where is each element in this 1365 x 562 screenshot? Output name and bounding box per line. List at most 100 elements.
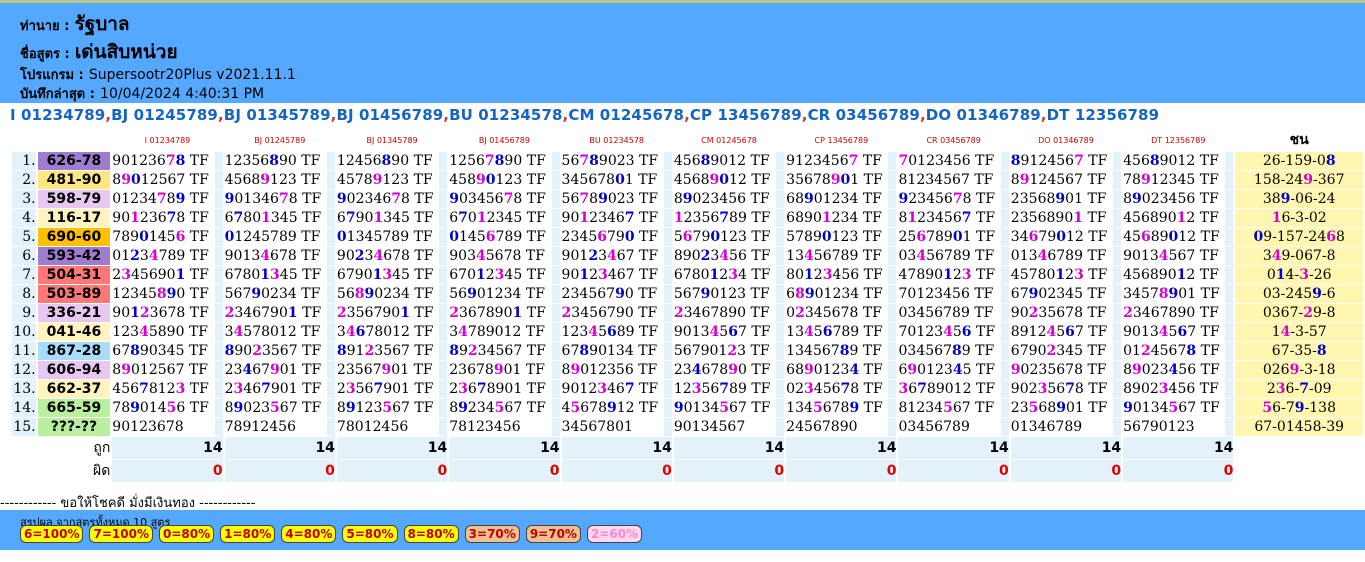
formula-cell: 89012356 TF (561, 361, 672, 379)
formula-cell: 67902345 TF (1010, 285, 1122, 303)
correct-count: 14 (1123, 437, 1234, 459)
formula-cell: 90234678 TF (336, 247, 448, 265)
formula-cell: 45689012 TF (673, 171, 785, 189)
formula-cell: 78912456 (224, 418, 335, 436)
header-panel: ท่านาย : รัฐบาล ชื่อสูตร : เด่นสิบหน่วย … (0, 3, 1365, 103)
result-key: 606-94 (37, 361, 111, 379)
correct-count: 14 (112, 437, 223, 459)
column-header: BU 01234578 (589, 135, 644, 145)
result-key: 481-90 (37, 171, 111, 189)
formula-cell: 78012456 (336, 418, 448, 436)
formula-name-label: ชื่อสูตร : (20, 47, 70, 62)
wrong-count: 0 (1010, 460, 1122, 482)
formula-code: CP 13456789 (689, 106, 802, 124)
formula-cell: 78912345 TF (1123, 171, 1234, 189)
correct-count: 14 (673, 437, 785, 459)
summary-badge: 4=80% (281, 525, 337, 543)
formula-cell: 01345789 TF (336, 228, 448, 246)
formula-cell: 45780123 TF (1010, 266, 1122, 284)
formula-cell: 90123678 (112, 418, 223, 436)
program-value: Supersootr20Plus v2021.11.1 (88, 67, 296, 83)
formula-cell: 12456890 TF (336, 152, 448, 170)
formula-cell: 90123467 TF (561, 209, 672, 227)
formula-cell: 23467890 TF (673, 361, 785, 379)
row-number: 2. (12, 171, 36, 189)
formula-cell: 90345678 TF (449, 190, 560, 208)
chon-cell: 236-7-09 (1235, 380, 1363, 398)
chon-cell: 56-79-138 (1235, 399, 1363, 417)
wrong-count: 0 (786, 460, 897, 482)
formula-cell: 23467890 TF (673, 304, 785, 322)
formula-cell: 56790123 TF (673, 342, 785, 360)
row-number: 8. (12, 285, 36, 303)
formula-code: DO 01346789 (925, 106, 1041, 124)
result-key: 503-89 (37, 285, 111, 303)
formula-cell: 35678901 TF (786, 171, 897, 189)
chon-cell: 67-35-8 (1235, 342, 1363, 360)
correct-row: ถูก 14 14 14 14 14 14 14 14 14 14 (12, 437, 1363, 459)
formula-cell: 89023456 TF (1123, 380, 1234, 398)
row-number: 14. (12, 399, 36, 417)
formula-cell: 13456789 TF (786, 323, 897, 341)
formula-cell: 45689012 TF (1123, 266, 1234, 284)
chon-cell: 158-249-367 (1235, 171, 1363, 189)
column-header: DO 01346789 (1038, 135, 1094, 145)
formula-cell: 56790123 (1123, 418, 1234, 436)
formula-cell: 34789012 TF (449, 323, 560, 341)
chon-cell: 349-067-8 (1235, 247, 1363, 265)
table-row: 9. 336-21 90123678 TF 23467901 TF 23567901 T… (12, 304, 1363, 322)
formula-cell: 80123456 TF (786, 266, 897, 284)
table-row: 8. 503-89 12345890 TF 56790234 TF 56890234 T… (12, 285, 1363, 303)
saved-value: 10/04/2024 4:40:31 PM (100, 86, 265, 102)
formula-cell: 89124567 TF (1010, 152, 1122, 170)
saved-row: บันทึกล่าสุด : 10/04/2024 4:40:31 PM (20, 83, 264, 104)
correct-count: 14 (449, 437, 560, 459)
formula-cell: 89123567 TF (336, 399, 448, 417)
formula-cell: 89023567 TF (224, 342, 335, 360)
summary-panel: สรุปผล จากสูตรทั้งหมด 10 สูตร 6=100% 7=10… (0, 510, 1365, 550)
formula-cell: 23467901 TF (224, 380, 335, 398)
formula-cell: 36789012 TF (898, 380, 1009, 398)
formula-cell: 34578012 TF (224, 323, 335, 341)
blank-header-cell (12, 129, 36, 151)
result-key: 593-42 (37, 247, 111, 265)
wrong-count: 0 (449, 460, 560, 482)
table-row: 12. 606-94 89012567 TF 23467901 TF 23567901 … (12, 361, 1363, 379)
table-row: 11. 867-28 67890345 TF 89023567 TF 89123567 … (12, 342, 1363, 360)
formula-cell: 23678901 TF (449, 380, 560, 398)
formula-cell: 89023456 TF (1123, 190, 1234, 208)
formula-cell: 67012345 TF (449, 209, 560, 227)
formula-cell: 45678123 TF (112, 380, 223, 398)
formula-cell: 90235678 TF (1010, 304, 1122, 322)
formula-cell: 23568901 TF (1010, 190, 1122, 208)
result-key: 598-79 (37, 190, 111, 208)
row-number: 15. (12, 418, 36, 436)
formula-cell: 67801345 TF (224, 209, 335, 227)
formula-cell: 12345890 TF (112, 285, 223, 303)
results-body: 1. 626-78 90123678 TF 12356890 TF 12456890 T… (12, 152, 1363, 482)
formula-cell: 23456790 TF (561, 304, 672, 322)
formula-cell: 02345678 TF (786, 380, 897, 398)
formula-code-line: I 01234789,BJ 01245789,BJ 01345789,BJ 01… (10, 106, 1159, 124)
correct-label: ถูก (93, 440, 111, 456)
formula-code: BJ 01345789 (223, 106, 331, 124)
correct-count: 14 (1010, 437, 1122, 459)
result-key: 867-28 (37, 342, 111, 360)
formula-cell: 01245678 TF (1123, 342, 1234, 360)
formula-cell: 69012345 TF (898, 361, 1009, 379)
formula-cell: 81234567 TF (898, 171, 1009, 189)
formula-cell: 68901234 TF (786, 190, 897, 208)
formula-cell: 23568901 TF (1010, 209, 1122, 227)
formula-cell: 90134678 TF (224, 247, 335, 265)
formula-code: CR 03456789 (807, 106, 920, 124)
formula-cell: 56901234 TF (449, 285, 560, 303)
formula-cell: 45890123 TF (449, 171, 560, 189)
formula-cell: 57890123 TF (786, 228, 897, 246)
formula-cell: 24567890 (786, 418, 897, 436)
result-key: 690-60 (37, 228, 111, 246)
blank-header-cell (38, 129, 111, 151)
correct-count: 14 (561, 437, 672, 459)
formula-code: BU 01234578 (449, 106, 563, 124)
result-key: 041-46 (37, 323, 111, 341)
summary-badge: 8=80% (403, 525, 459, 543)
